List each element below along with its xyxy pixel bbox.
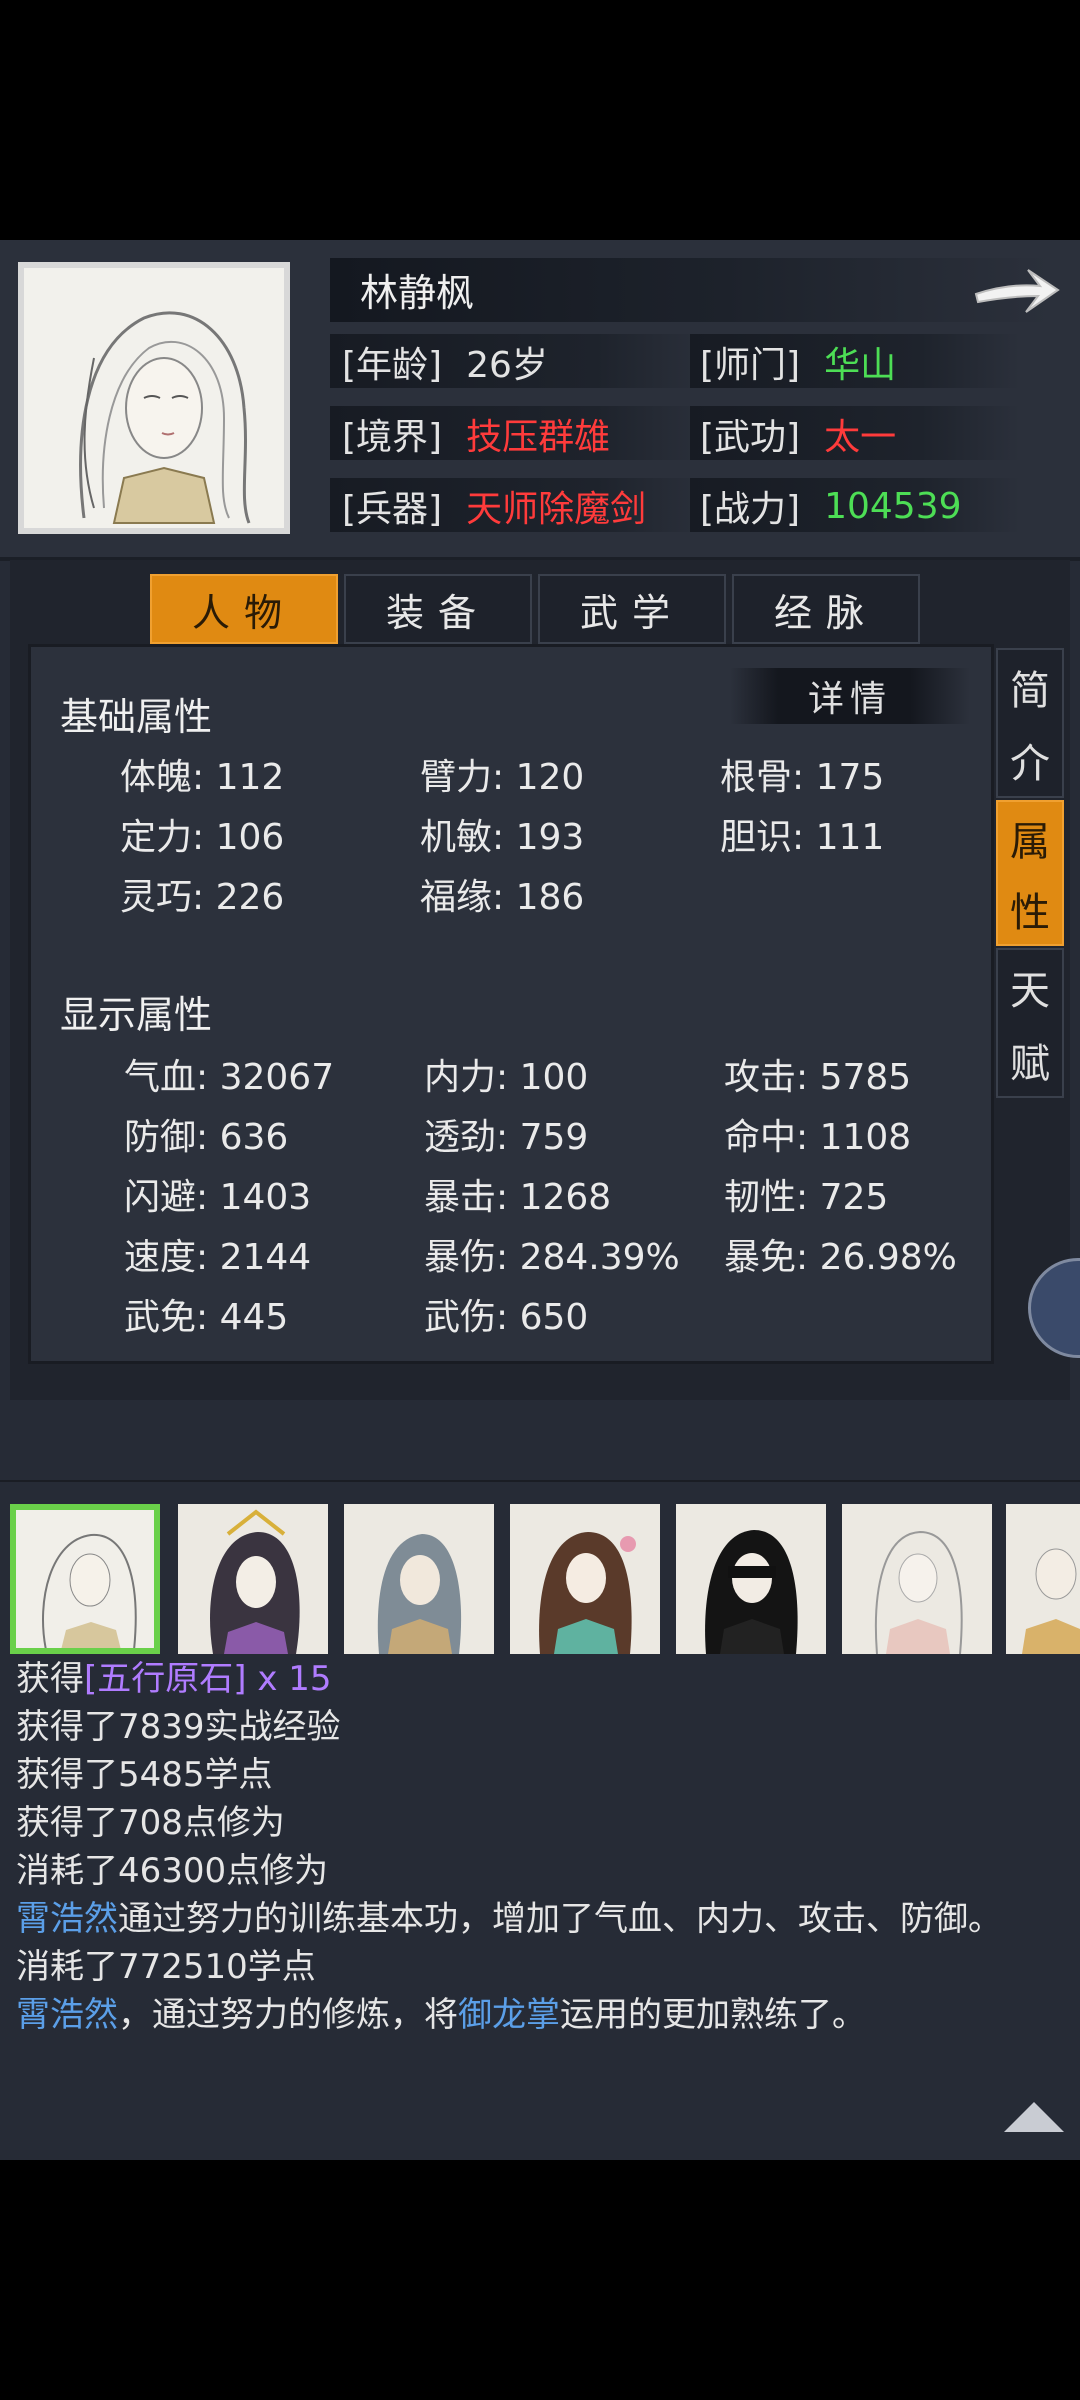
portrait-icon xyxy=(842,1504,992,1654)
portrait-art-icon xyxy=(24,268,284,528)
power-value: 104539 xyxy=(824,485,962,527)
stat-inner-power: 内力: 100 xyxy=(424,1057,589,1098)
tab-character[interactable]: 人物 xyxy=(150,574,338,644)
realm-value: 技压群雄 xyxy=(466,417,611,458)
log-line: 霄浩然通过努力的训练基本功，增加了气血、内力、攻击、防御。 xyxy=(16,1895,1076,1943)
side-tab-intro-char-2: 介 xyxy=(1010,740,1050,787)
tab-martial-arts[interactable]: 武学 xyxy=(538,574,726,644)
status-bar-area xyxy=(0,0,1080,240)
party-member-2[interactable] xyxy=(178,1504,328,1654)
sect-value: 华山 xyxy=(824,345,897,386)
stat-toughness: 韧性: 725 xyxy=(724,1177,889,1218)
realm-label: [境界] xyxy=(342,417,443,458)
side-tab-attributes[interactable]: 属 性 xyxy=(996,800,1064,946)
portrait-icon xyxy=(344,1504,494,1654)
log-line: 获得了708点修为 xyxy=(16,1803,285,1843)
stat-fortune: 福缘: 186 xyxy=(420,877,585,918)
party-member-3[interactable] xyxy=(344,1504,494,1654)
side-tab-talent[interactable]: 天 赋 xyxy=(996,948,1064,1098)
log-line: 获得[五行原石] x 15 xyxy=(16,1655,1076,1703)
sect-row: [师门] 华山 xyxy=(700,332,896,392)
martial-skill-row: [武功] 太一 xyxy=(700,404,896,464)
arrow-right-icon xyxy=(974,269,1060,313)
stat-agility: 机敏: 193 xyxy=(420,817,585,858)
stat-courage: 胆识: 111 xyxy=(720,817,885,858)
party-member-6[interactable] xyxy=(842,1504,992,1654)
portrait-icon xyxy=(676,1504,826,1654)
nav-bar-area xyxy=(0,2160,1080,2400)
display-attributes-title: 显示属性 xyxy=(60,993,213,1037)
character-name: 林静枫 xyxy=(360,271,475,315)
side-tab-talent-char-2: 赋 xyxy=(1010,1040,1050,1087)
stat-attack: 攻击: 5785 xyxy=(724,1057,912,1098)
stat-crit-damage: 暴伤: 284.39% xyxy=(424,1237,680,1278)
age-label: [年龄] xyxy=(342,345,443,386)
party-member-5[interactable] xyxy=(676,1504,826,1654)
stat-crit-resist: 暴免: 26.98% xyxy=(724,1237,957,1278)
stat-martial-resist: 武免: 445 xyxy=(124,1297,289,1338)
party-member-4[interactable] xyxy=(510,1504,660,1654)
side-tab-intro[interactable]: 简 介 xyxy=(996,648,1064,798)
log-line: 获得了5485学点 xyxy=(16,1755,273,1795)
weapon-value: 天师除魔剑 xyxy=(466,489,647,530)
tab-equipment[interactable]: 装备 xyxy=(344,574,532,644)
party-member-1[interactable] xyxy=(10,1504,160,1654)
stat-hp: 气血: 32067 xyxy=(124,1057,335,1098)
stat-root-bone: 根骨: 175 xyxy=(720,757,885,798)
log-text: 获得 xyxy=(16,1659,84,1699)
log-text: 通过努力的训练基本功，增加了气血、内力、攻击、防御。 xyxy=(118,1899,1002,1939)
sect-label: [师门] xyxy=(700,345,801,386)
weapon-label: [兵器] xyxy=(342,489,443,530)
skill-link[interactable]: 御龙掌 xyxy=(458,1995,560,2035)
side-tab-attributes-char-2: 性 xyxy=(1010,889,1050,936)
age-value: 26岁 xyxy=(466,345,548,386)
portrait-icon xyxy=(16,1510,154,1648)
stat-composure: 定力: 106 xyxy=(120,817,285,858)
log-text: ，通过努力的修炼，将 xyxy=(118,1995,458,2035)
side-tab-talent-char-1: 天 xyxy=(1010,967,1050,1014)
realm-row: [境界] 技压群雄 xyxy=(342,404,610,464)
main-tabs: 人物 装备 武学 经脉 xyxy=(150,574,920,644)
stat-dexterity: 灵巧: 226 xyxy=(120,877,285,918)
stat-critical: 暴击: 1268 xyxy=(424,1177,612,1218)
portrait-icon xyxy=(510,1504,660,1654)
weapon-row: [兵器] 天师除魔剑 xyxy=(342,476,646,536)
character-link[interactable]: 霄浩然 xyxy=(16,1899,118,1939)
item-count: x 15 xyxy=(246,1659,332,1699)
power-label: [战力] xyxy=(700,489,801,530)
martial-skill-value: 太一 xyxy=(824,417,897,458)
character-link[interactable]: 霄浩然 xyxy=(16,1995,118,2035)
log-line: 霄浩然，通过努力的修炼，将御龙掌运用的更加熟练了。 xyxy=(16,1991,1076,2039)
log-line: 消耗了46300点修为 xyxy=(16,1851,329,1891)
item-link[interactable]: [五行原石] xyxy=(84,1659,247,1699)
age-row: [年龄] 26岁 xyxy=(342,332,548,392)
stat-speed: 速度: 2144 xyxy=(124,1237,312,1278)
stat-defense: 防御: 636 xyxy=(124,1117,289,1158)
next-arrow-button[interactable] xyxy=(970,254,1066,326)
stat-accuracy: 命中: 1108 xyxy=(724,1117,912,1158)
side-tab-attributes-char-1: 属 xyxy=(1010,818,1050,865)
party-member-7[interactable] xyxy=(1006,1504,1080,1654)
message-log: 获得[五行原石] x 15 获得了7839实战经验 获得了5485学点 获得了7… xyxy=(16,1655,1076,2039)
stat-martial-damage: 武伤: 650 xyxy=(424,1297,589,1338)
log-line: 获得了7839实战经验 xyxy=(16,1707,341,1747)
stat-arm-strength: 臂力: 120 xyxy=(420,757,585,798)
portrait-icon xyxy=(1006,1504,1080,1654)
martial-skill-label: [武功] xyxy=(700,417,801,458)
character-portrait xyxy=(18,262,290,534)
scroll-up-button[interactable] xyxy=(1002,2098,1066,2134)
log-text: 运用的更加熟练了。 xyxy=(560,1995,866,2035)
side-tab-intro-char-1: 简 xyxy=(1010,667,1050,714)
tab-meridians[interactable]: 经脉 xyxy=(732,574,920,644)
portrait-icon xyxy=(178,1504,328,1654)
basic-attributes-title: 基础属性 xyxy=(60,695,213,739)
stat-penetration: 透劲: 759 xyxy=(424,1117,589,1158)
power-row: [战力] 104539 xyxy=(700,476,962,536)
stat-constitution: 体魄: 112 xyxy=(120,757,285,798)
log-line: 消耗了772510学点 xyxy=(16,1947,316,1987)
stat-evasion: 闪避: 1403 xyxy=(124,1177,312,1218)
details-button[interactable]: 详情 xyxy=(730,668,970,724)
triangle-up-icon xyxy=(1004,2102,1064,2132)
